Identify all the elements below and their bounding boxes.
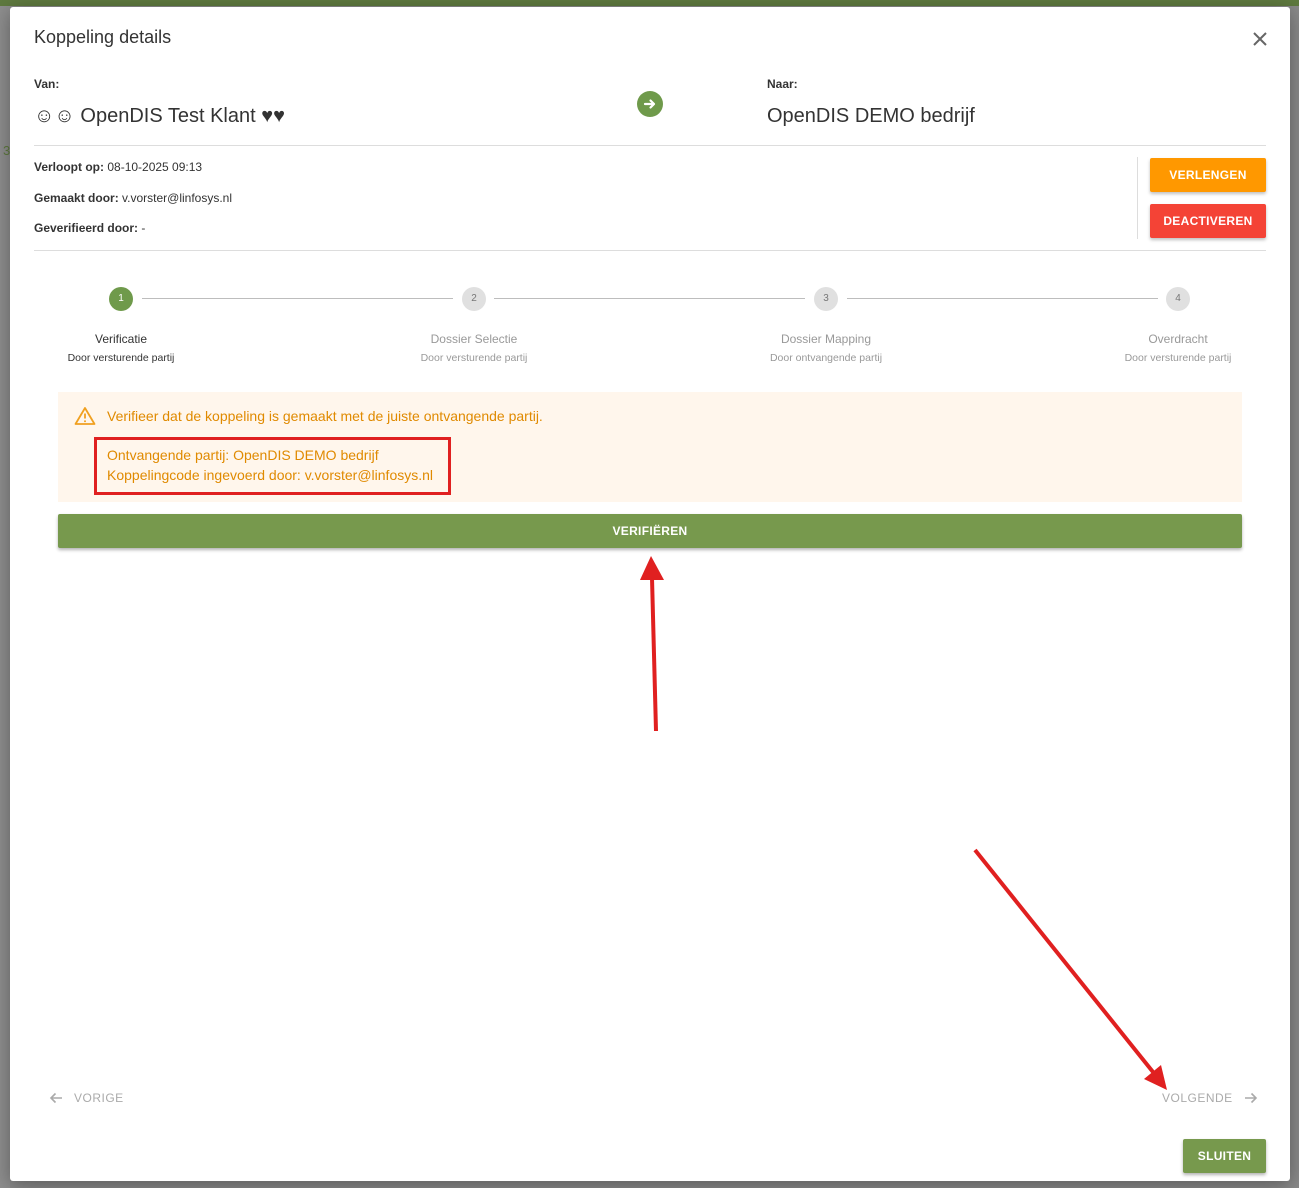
arrow-right-icon xyxy=(1244,1092,1257,1104)
naar-label: Naar: xyxy=(767,77,798,91)
verloopt-value: 08-10-2025 09:13 xyxy=(107,160,203,174)
gemaakt-value: v.vorster@linfosys.nl xyxy=(122,191,233,205)
next-button[interactable]: VOLGENDE xyxy=(1162,1088,1259,1108)
geverifieerd-value: - xyxy=(141,221,146,235)
step-2-indicator[interactable]: 2 xyxy=(462,287,486,311)
warning-triangle-icon xyxy=(74,406,96,426)
warning-receiving-party: Ontvangende partij: OpenDIS DEMO bedrijf xyxy=(107,447,379,463)
step-3-title: Dossier Mapping xyxy=(780,332,872,346)
koppeling-details-dialog: Koppeling details Van: ☺☺ OpenDIS Test K… xyxy=(10,7,1290,1181)
annotation-highlight-box xyxy=(94,437,451,495)
next-label: VOLGENDE xyxy=(1162,1091,1233,1105)
verification-warning: Verifieer dat de koppeling is gemaakt me… xyxy=(58,392,1242,502)
step-1-title: Verificatie xyxy=(94,332,148,346)
background-app-header xyxy=(0,0,1299,6)
stepper-connector xyxy=(847,298,1158,299)
sluiten-button[interactable]: SLUITEN xyxy=(1183,1139,1266,1173)
naar-value: OpenDIS DEMO bedrijf xyxy=(767,105,975,127)
close-icon[interactable] xyxy=(1248,27,1272,51)
divider xyxy=(34,250,1266,251)
verloopt-row: Verloopt op: 08-10-2025 09:13 xyxy=(34,160,202,174)
step-3-subtitle: Door ontvangende partij xyxy=(769,352,883,364)
background-app: 3 xyxy=(0,6,10,1188)
gemaakt-row: Gemaakt door: v.vorster@linfosys.nl xyxy=(34,191,232,205)
step-2-title: Dossier Selectie xyxy=(430,332,518,346)
dialog-title: Koppeling details xyxy=(34,27,172,47)
verifieren-button[interactable]: VERIFIËREN xyxy=(58,514,1242,548)
gemaakt-label: Gemaakt door: xyxy=(34,191,119,205)
step-1-subtitle: Door versturende partij xyxy=(67,352,175,364)
deactiveren-button[interactable]: DEACTIVEREN xyxy=(1150,204,1266,238)
verloopt-label: Verloopt op: xyxy=(34,160,104,174)
van-value: ☺☺ OpenDIS Test Klant ♥♥ xyxy=(34,105,285,127)
stepper-connector xyxy=(494,298,805,299)
step-4-title: Overdracht xyxy=(1148,332,1208,346)
step-3-indicator[interactable]: 3 xyxy=(814,287,838,311)
vertical-divider xyxy=(1137,157,1138,239)
step-4-subtitle: Door versturende partij xyxy=(1124,352,1232,364)
arrow-left-icon xyxy=(49,1092,62,1104)
arrow-right-icon xyxy=(637,91,663,117)
warning-entered-by: Koppelingcode ingevoerd door: v.vorster@… xyxy=(107,467,434,483)
geverifieerd-row: Geverifieerd door: - xyxy=(34,221,145,235)
step-4-indicator[interactable]: 4 xyxy=(1166,287,1190,311)
step-2-subtitle: Door versturende partij xyxy=(420,352,528,364)
previous-label: VORIGE xyxy=(74,1091,124,1105)
verlengen-button[interactable]: VERLENGEN xyxy=(1150,158,1266,192)
divider xyxy=(34,145,1266,146)
geverifieerd-label: Geverifieerd door: xyxy=(34,221,139,235)
van-label: Van: xyxy=(34,77,60,91)
stepper-connector xyxy=(142,298,453,299)
previous-button[interactable]: VORIGE xyxy=(48,1088,124,1108)
warning-message: Verifieer dat de koppeling is gemaakt me… xyxy=(107,408,543,424)
step-1-indicator[interactable]: 1 xyxy=(109,287,133,311)
